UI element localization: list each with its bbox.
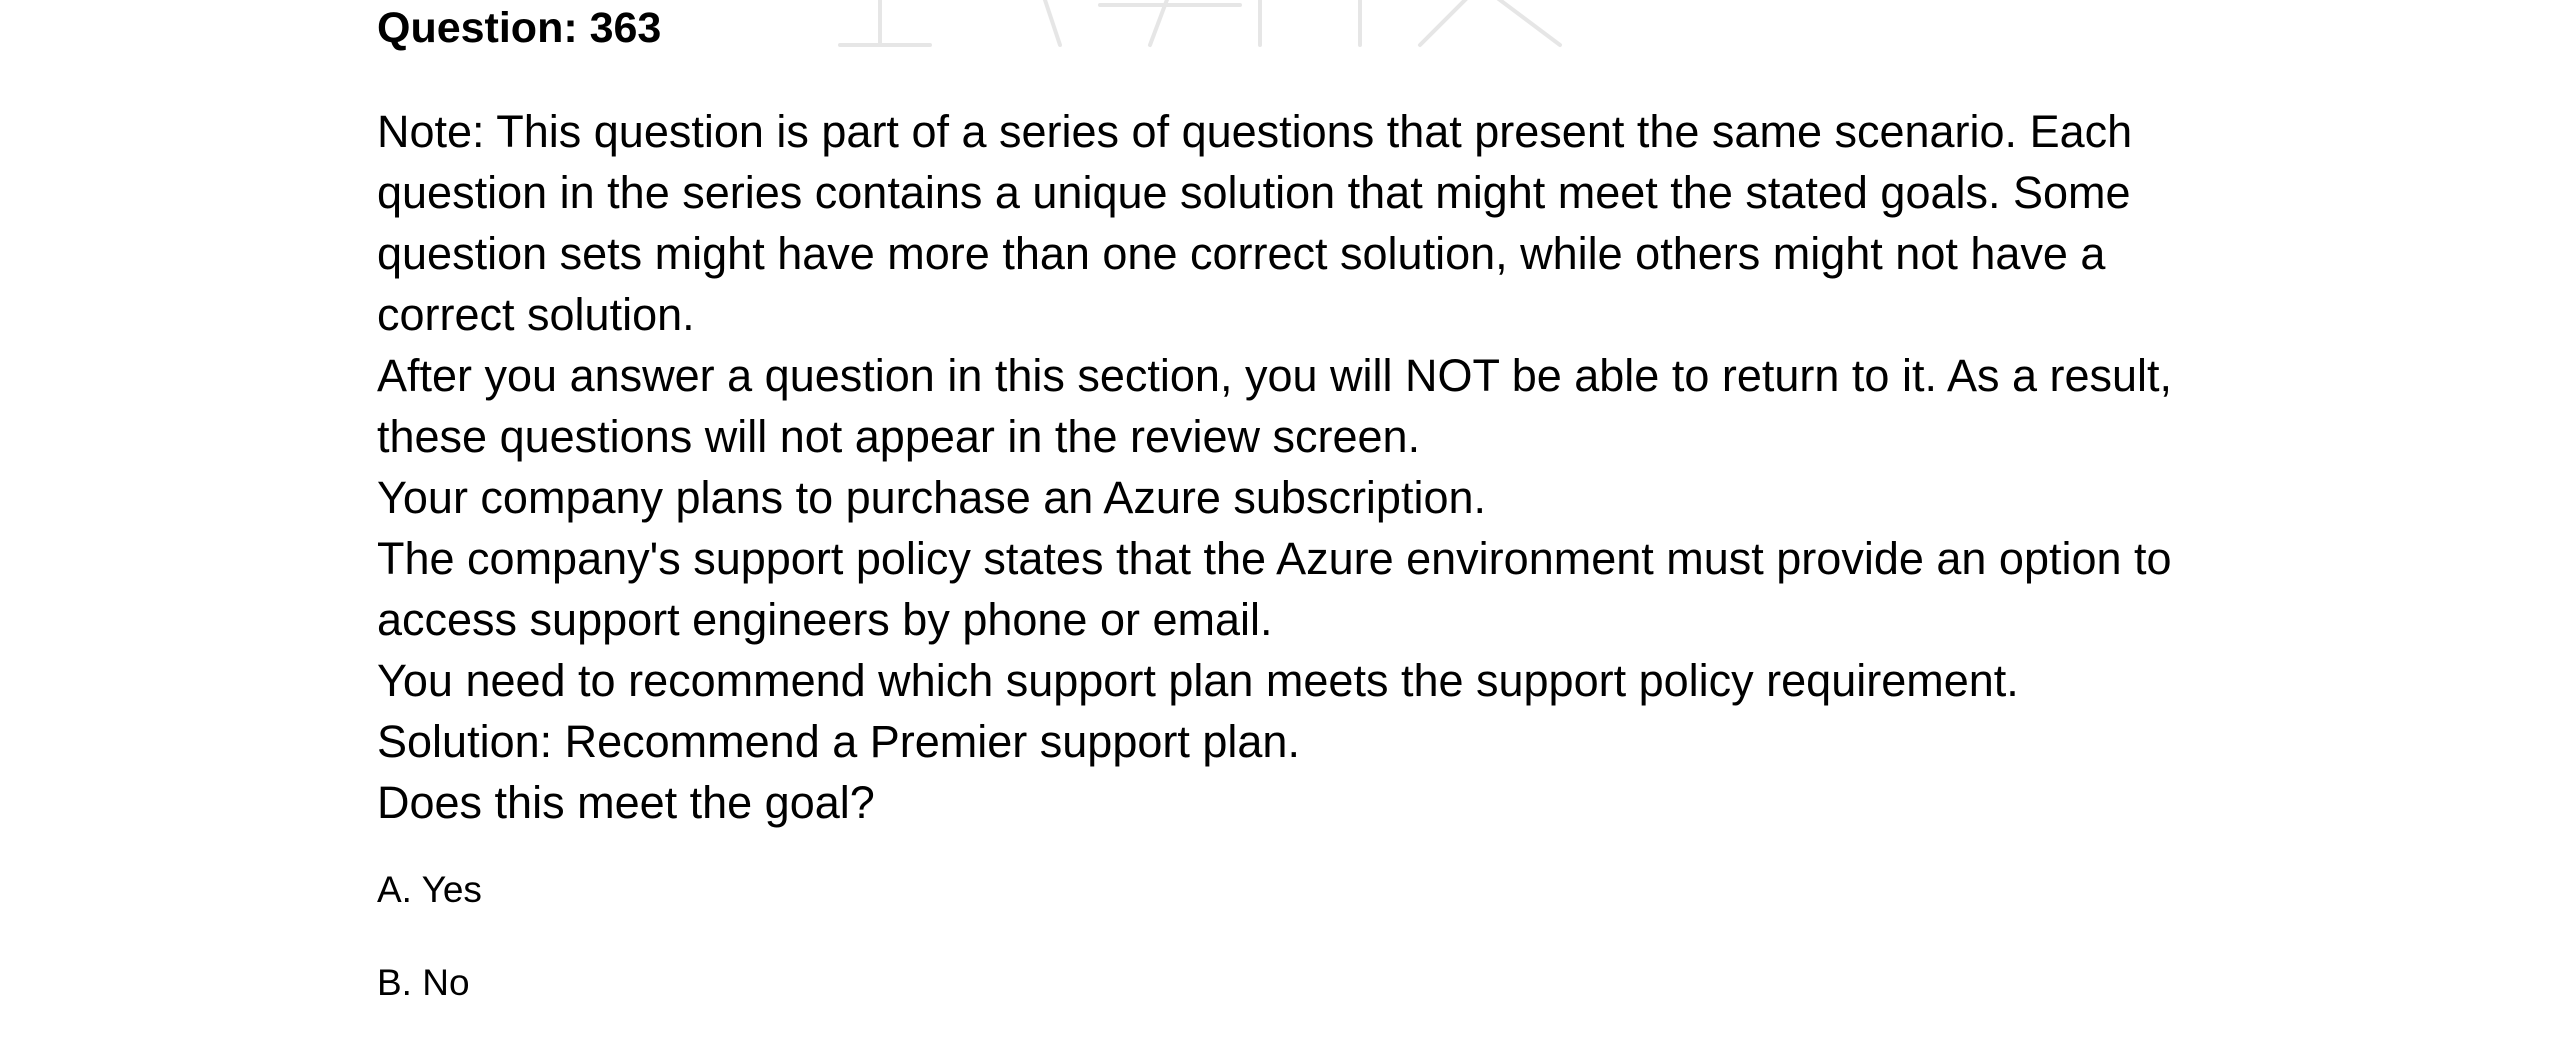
option-a[interactable]: A. Yes <box>377 868 2177 912</box>
question-title: Question: 363 <box>377 4 662 52</box>
paragraph-solution: Solution: Recommend a Premier support pl… <box>377 716 1300 767</box>
answer-options: A. Yes B. No <box>377 868 2177 1005</box>
question-document: Question: 363 Note: This question is par… <box>377 0 2177 1005</box>
paragraph-no-return: After you answer a question in this sect… <box>377 350 2173 462</box>
paragraph-note: Note: This question is part of a series … <box>377 106 2133 340</box>
paragraph-goal-question: Does this meet the goal? <box>377 777 875 828</box>
question-body: Note: This question is part of a series … <box>377 101 2177 833</box>
paragraph-requirement: You need to recommend which support plan… <box>377 655 2019 706</box>
paragraph-scenario: Your company plans to purchase an Azure … <box>377 472 1487 523</box>
paragraph-policy: The company's support policy states that… <box>377 533 2172 645</box>
option-b[interactable]: B. No <box>377 961 2177 1005</box>
